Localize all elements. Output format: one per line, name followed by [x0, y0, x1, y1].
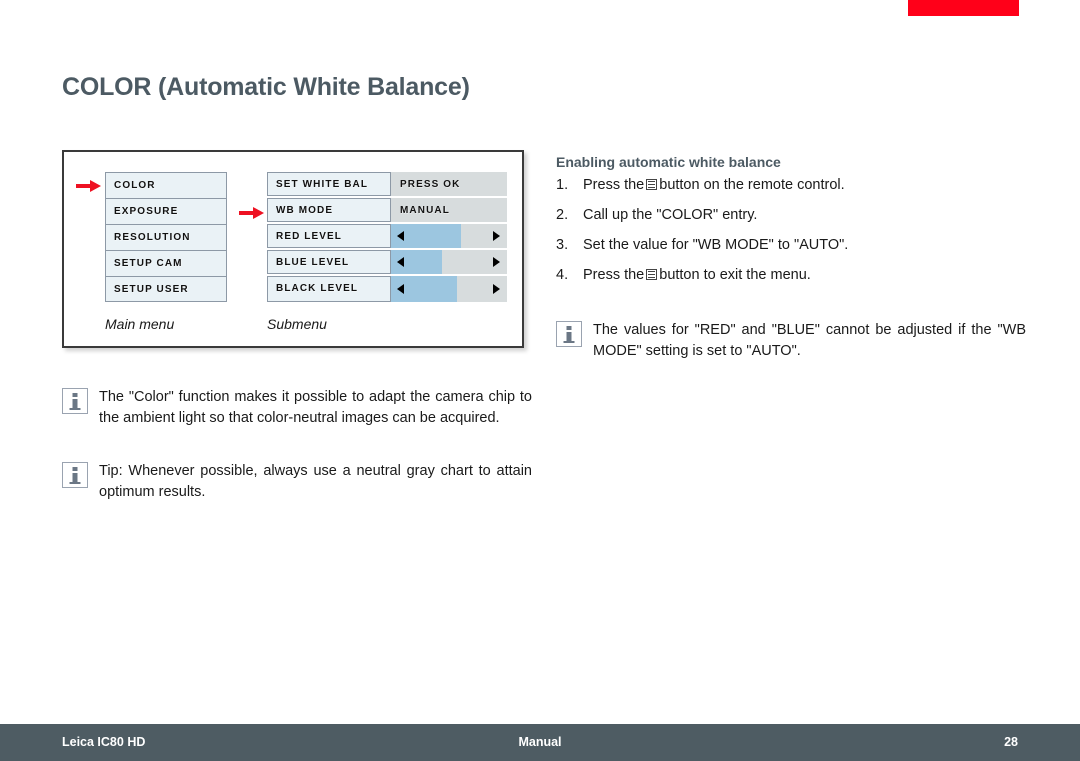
- submenu-row[interactable]: SET WHITE BAL PRESS OK: [267, 172, 507, 198]
- note-color-function: The "Color" function makes it possible t…: [62, 387, 532, 429]
- decrease-arrow-icon[interactable]: [397, 257, 404, 267]
- step-number: 4.: [556, 267, 569, 283]
- submenu-value[interactable]: MANUAL: [391, 198, 507, 222]
- step-text: Call up the "COLOR" entry.: [583, 207, 758, 223]
- submenu-label: BLACK LEVEL: [267, 276, 391, 302]
- procedure-heading: Enabling automatic white balance: [556, 154, 781, 170]
- footer-page-number: 28: [1004, 735, 1018, 749]
- submenu-row[interactable]: RED LEVEL: [267, 224, 507, 250]
- main-menu-item[interactable]: RESOLUTION: [105, 224, 227, 250]
- list-item: 3. Set the value for "WB MODE" to "AUTO"…: [556, 236, 1026, 255]
- submenu-row[interactable]: BLUE LEVEL: [267, 250, 507, 276]
- page-title: COLOR (Automatic White Balance): [62, 72, 470, 101]
- step-text: Set the value for "WB MODE" to "AUTO".: [583, 237, 849, 253]
- info-icon: [62, 462, 88, 488]
- info-icon: [556, 321, 582, 347]
- info-icon: [62, 388, 88, 414]
- submenu-slider[interactable]: [391, 224, 507, 248]
- main-menu-item[interactable]: COLOR: [105, 172, 227, 198]
- main-menu-item[interactable]: EXPOSURE: [105, 198, 227, 224]
- submenu-row[interactable]: WB MODE MANUAL: [267, 198, 507, 224]
- note-text: The "Color" function makes it possible t…: [99, 389, 532, 426]
- step-number: 3.: [556, 237, 569, 253]
- list-item: 1. Press the button on the remote control…: [556, 176, 1026, 195]
- list-item: 2. Call up the "COLOR" entry.: [556, 206, 1026, 225]
- note-tip: Tip: Whenever possible, always use a neu…: [62, 461, 532, 503]
- top-accent-bar: [908, 0, 1019, 16]
- main-menu-caption: Main menu: [105, 316, 175, 332]
- submenu-slider[interactable]: [391, 250, 507, 274]
- decrease-arrow-icon[interactable]: [397, 231, 404, 241]
- step-text: Press the button to exit the menu.: [583, 267, 811, 283]
- procedure-steps-list: 1. Press the button on the remote control…: [556, 176, 1026, 296]
- menu-button-icon: [646, 269, 658, 280]
- increase-arrow-icon[interactable]: [493, 231, 500, 241]
- main-menu-item[interactable]: SETUP CAM: [105, 250, 227, 276]
- decrease-arrow-icon[interactable]: [397, 284, 404, 294]
- submenu-label: SET WHITE BAL: [267, 172, 391, 196]
- menu-diagram-figure: COLOR EXPOSURE RESOLUTION SETUP CAM SETU…: [62, 150, 524, 348]
- list-item: 4. Press the button to exit the menu.: [556, 266, 1026, 285]
- submenu-caption: Submenu: [267, 316, 327, 332]
- submenu-list: SET WHITE BAL PRESS OK WB MODE MANUAL RE…: [267, 172, 507, 302]
- note-text: Tip: Whenever possible, always use a neu…: [99, 463, 532, 500]
- submenu-label: BLUE LEVEL: [267, 250, 391, 274]
- footer-document-type: Manual: [518, 735, 562, 749]
- page-footer: Leica IC80 HD Manual 28: [0, 724, 1080, 761]
- submenu-value[interactable]: PRESS OK: [391, 172, 507, 196]
- submenu-label: WB MODE: [267, 198, 391, 222]
- note-text: The values for "RED" and "BLUE" cannot b…: [593, 322, 1026, 359]
- submenu-row[interactable]: BLACK LEVEL: [267, 276, 507, 302]
- increase-arrow-icon[interactable]: [493, 284, 500, 294]
- menu-button-icon: [646, 179, 658, 190]
- step-text: Press the button on the remote control.: [583, 177, 845, 193]
- step-number: 1.: [556, 177, 569, 193]
- main-menu-item[interactable]: SETUP USER: [105, 276, 227, 302]
- step-number: 2.: [556, 207, 569, 223]
- main-menu-list: COLOR EXPOSURE RESOLUTION SETUP CAM SETU…: [105, 172, 227, 302]
- submenu-label: RED LEVEL: [267, 224, 391, 248]
- submenu-slider[interactable]: [391, 276, 507, 302]
- note-red-blue-warning: The values for "RED" and "BLUE" cannot b…: [556, 320, 1026, 362]
- increase-arrow-icon[interactable]: [493, 257, 500, 267]
